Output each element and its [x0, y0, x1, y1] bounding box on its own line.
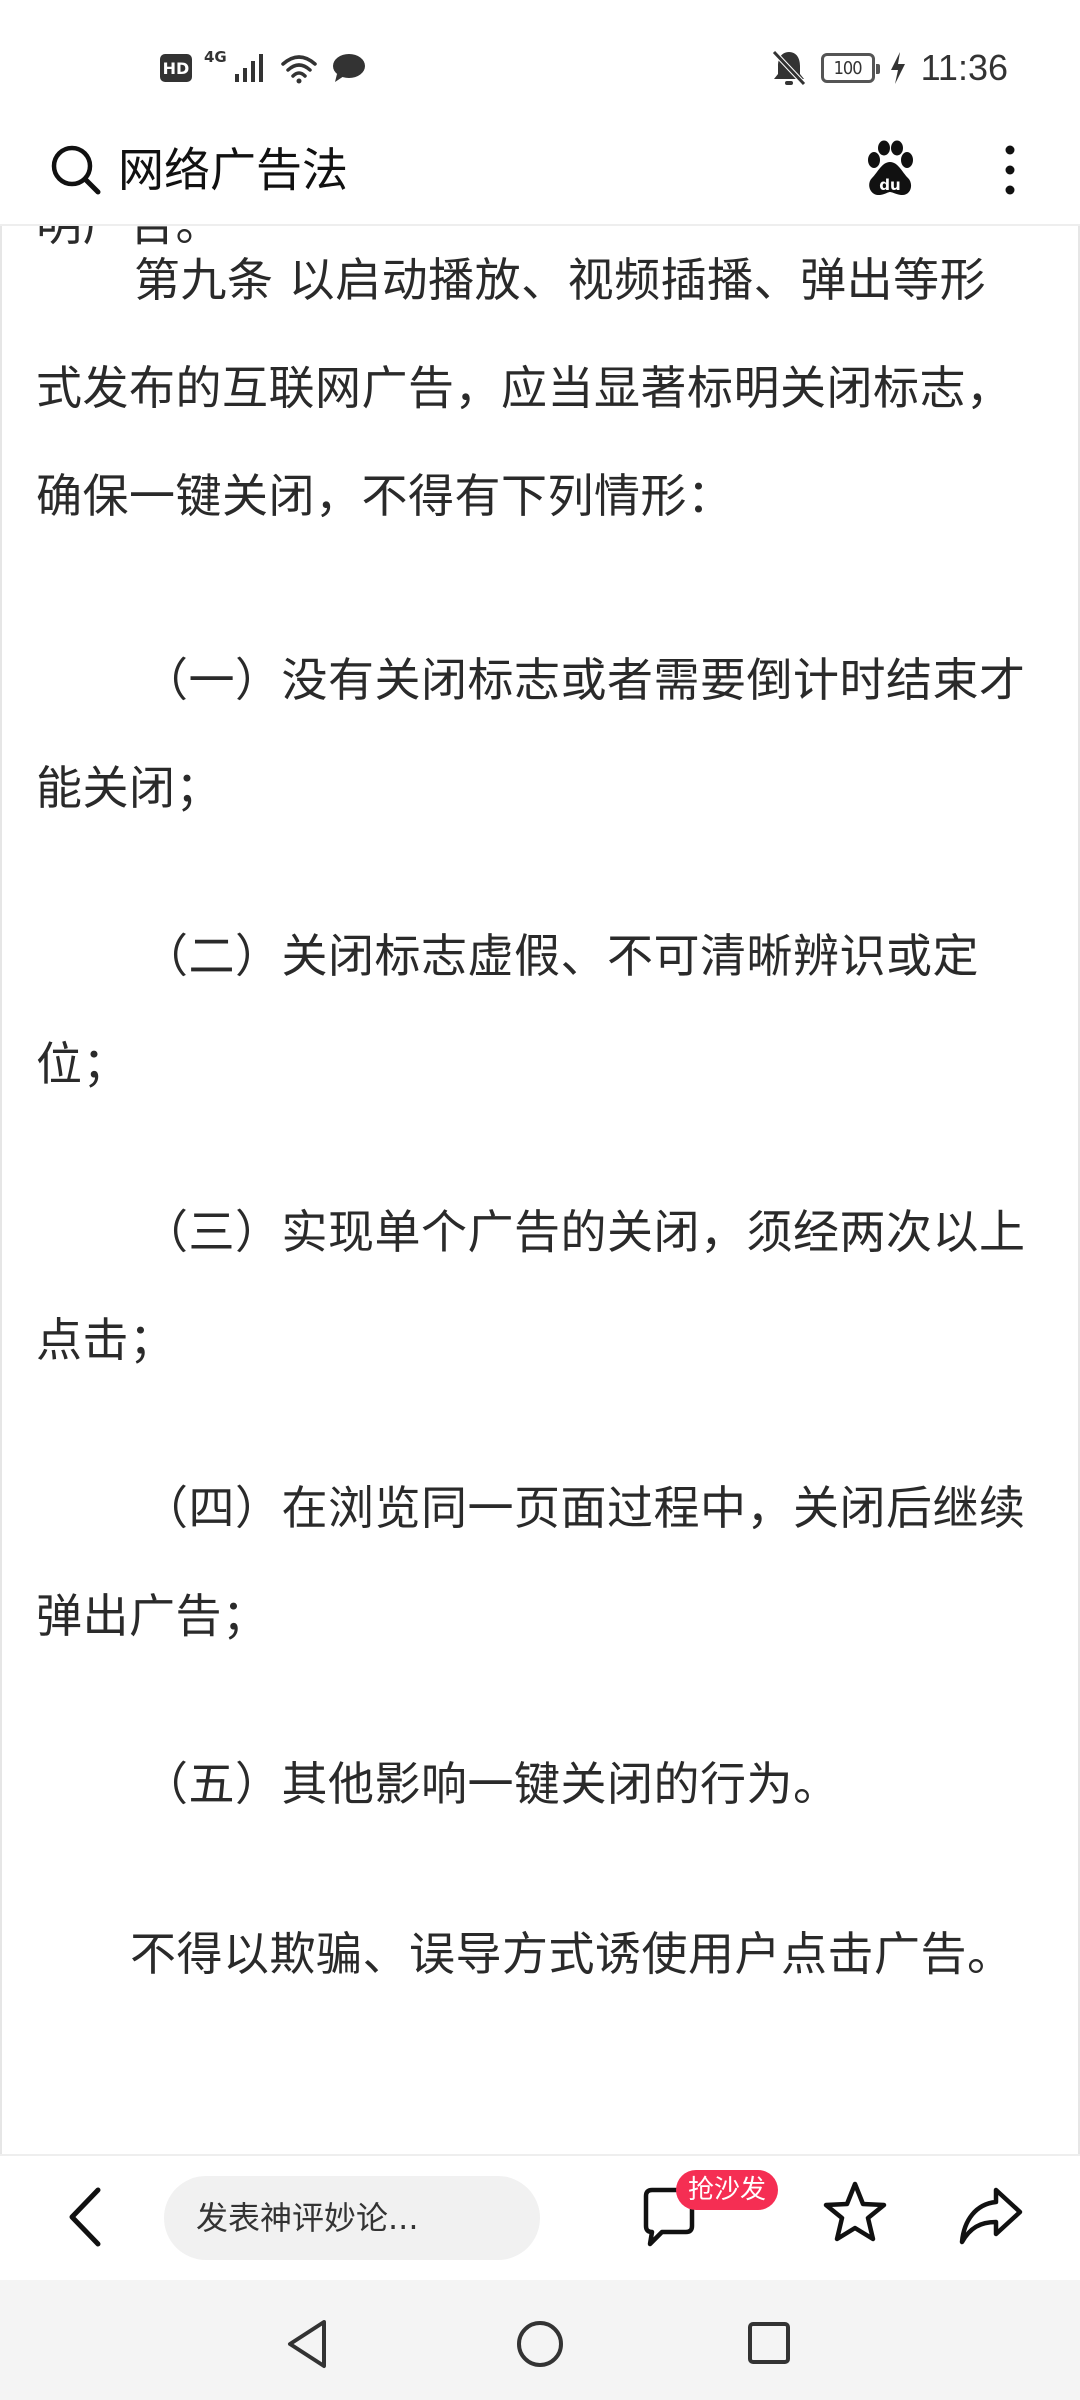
status-right-group: 100 11:36: [771, 40, 1008, 96]
charging-icon: [890, 52, 905, 84]
wifi-icon: [281, 55, 317, 84]
mute-bell-icon: [771, 50, 806, 86]
article-line: 能关闭；: [36, 761, 222, 815]
article-line: （五）其他影响一键关闭的行为。: [142, 1757, 840, 1811]
nav-back-icon[interactable]: [284, 2318, 332, 2370]
article-line: 式发布的互联网广告，应当显著标明关闭标志，: [36, 361, 1013, 415]
comment-input[interactable]: 发表神评妙论...: [164, 2176, 540, 2260]
bottom-toolbar: 发表神评妙论... 抢沙发: [0, 2154, 1080, 2280]
article-line: （三）实现单个广告的关闭，须经两次以上: [142, 1205, 1026, 1259]
article-line: 点击；: [36, 1313, 176, 1367]
article-line: 不得以欺骗、误导方式诱使用户点击广告。: [130, 1927, 1014, 1981]
article-line: 第九条 以启动播放、视频插播、弹出等形: [134, 253, 987, 307]
signal-icon: [234, 54, 263, 82]
search-header[interactable]: 网络广告法 du: [0, 130, 1080, 226]
star-icon[interactable]: [822, 2178, 888, 2248]
message-icon: [332, 54, 365, 82]
status-bar: HD 4G 100 11:36: [0, 0, 1080, 130]
network-type-label: 4G: [204, 48, 227, 66]
back-arrow-icon[interactable]: [58, 2182, 118, 2252]
status-left-group: HD 4G: [160, 44, 367, 92]
article-line: （四）在浏览同一页面过程中，关闭后继续: [142, 1481, 1026, 1535]
system-nav-bar: [0, 2280, 1080, 2400]
article-line: 位；: [36, 1037, 129, 1091]
more-vertical-icon[interactable]: [990, 140, 1030, 200]
share-icon[interactable]: [958, 2182, 1024, 2248]
article-line: 弹出广告；: [36, 1589, 269, 1643]
nav-home-icon[interactable]: [514, 2318, 566, 2370]
grab-sofa-badge[interactable]: 抢沙发: [676, 2170, 779, 2210]
nav-recent-icon[interactable]: [746, 2320, 792, 2366]
hd-icon: HD: [160, 54, 192, 82]
baidu-paw-icon[interactable]: du: [862, 140, 918, 200]
clock: 11:36: [920, 47, 1008, 88]
article-line: （二）关闭标志虚假、不可清晰辨识或定: [142, 929, 979, 983]
battery-icon: 100: [820, 53, 880, 83]
article-line: （一）没有关闭标志或者需要倒计时结束才: [142, 653, 1026, 707]
search-icon[interactable]: [48, 142, 104, 198]
article-line: 确保一键关闭，不得有下列情形：: [36, 469, 734, 523]
svg-text:du: du: [879, 176, 900, 194]
article-body: 明广告。 第九条 以启动播放、视频插播、弹出等形 式发布的互联网广告，应当显著标…: [0, 226, 1080, 2154]
search-query-text[interactable]: 网络广告法: [118, 140, 348, 200]
